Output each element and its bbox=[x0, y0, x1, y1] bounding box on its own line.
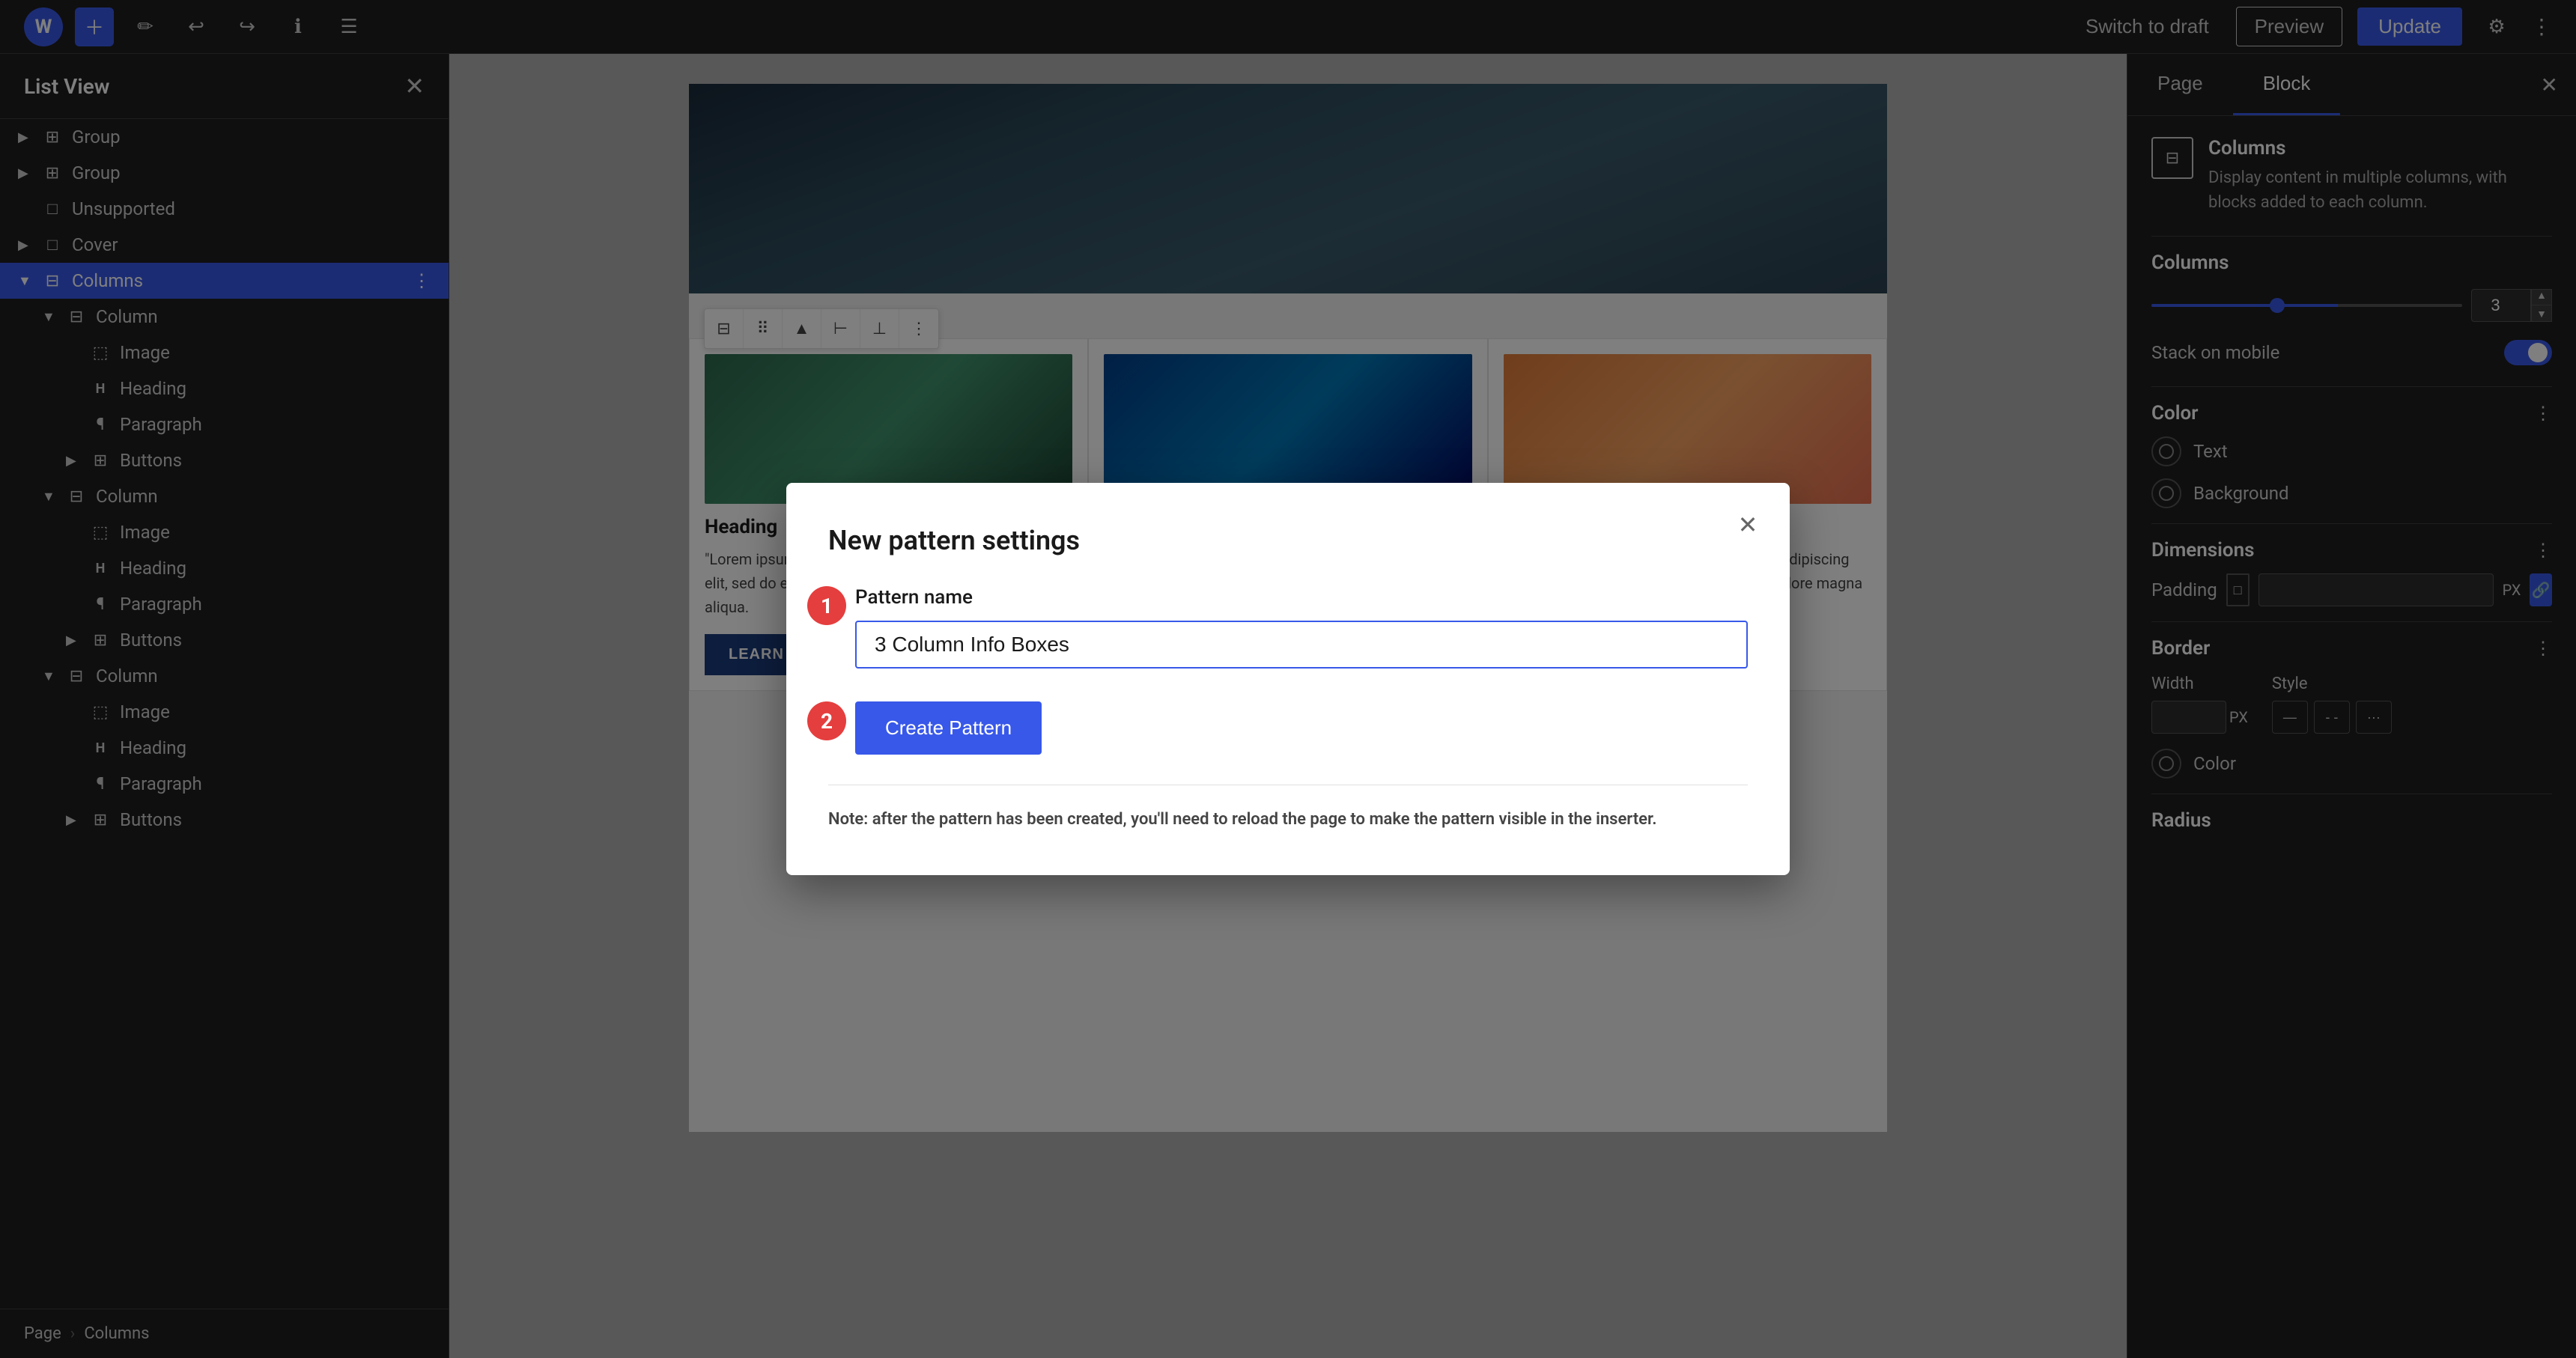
create-pattern-button[interactable]: Create Pattern bbox=[855, 701, 1042, 755]
step-2-badge: 2 bbox=[807, 701, 846, 740]
new-pattern-modal: New pattern settings ✕ 1 Pattern name 2 … bbox=[786, 483, 1790, 874]
create-pattern-wrapper: 2 Create Pattern bbox=[828, 701, 1748, 755]
pattern-name-field-wrapper: 1 Pattern name bbox=[828, 586, 1748, 692]
modal-close-button[interactable]: ✕ bbox=[1730, 507, 1766, 543]
modal-overlay[interactable]: New pattern settings ✕ 1 Pattern name 2 … bbox=[0, 0, 2576, 1358]
modal-note-text: Note: after the pattern has been created… bbox=[828, 810, 1657, 829]
modal-title: New pattern settings bbox=[828, 525, 1748, 556]
pattern-name-input[interactable] bbox=[855, 621, 1748, 669]
pattern-name-label: Pattern name bbox=[855, 586, 1748, 609]
modal-note: Note: after the pattern has been created… bbox=[828, 785, 1748, 832]
step-1-badge: 1 bbox=[807, 586, 846, 625]
